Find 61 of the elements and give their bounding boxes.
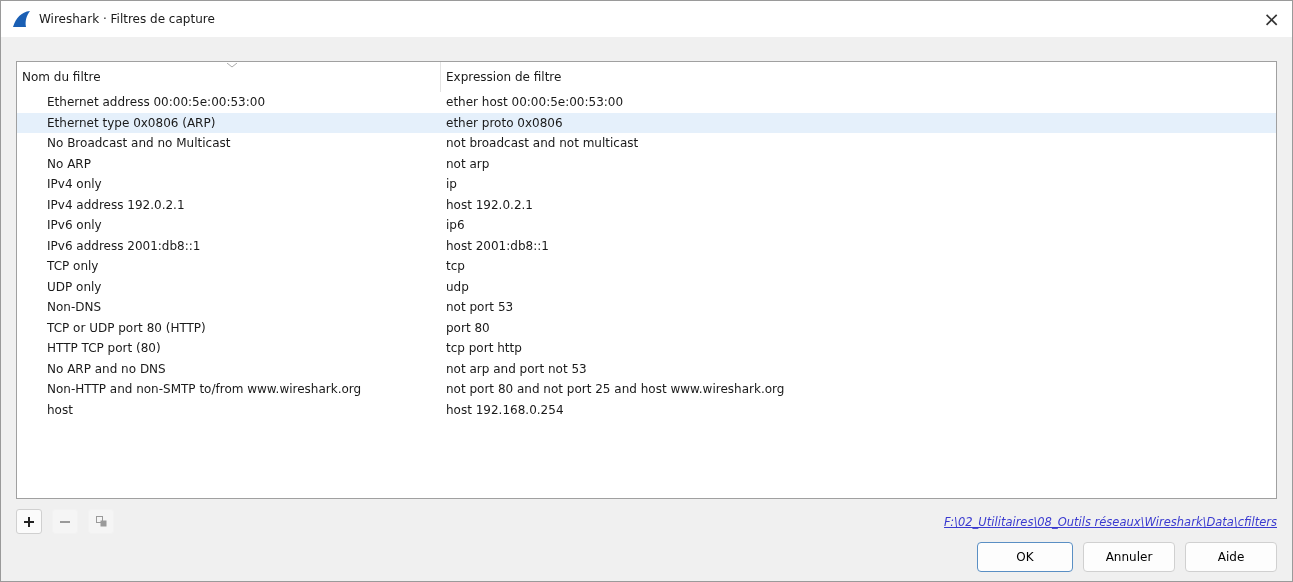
table-cell-text: UDP only	[46, 279, 103, 294]
column-header[interactable]: Nom du filtre	[17, 62, 441, 92]
shark-fin-icon	[11, 10, 31, 28]
filter-row[interactable]: IPv6 address 2001:db8::1 host 2001:db8::1	[17, 235, 1276, 256]
table-cell-text: tcp port http	[445, 341, 523, 356]
table-cell-text: Non-DNS	[46, 300, 103, 315]
filter-row[interactable]: IPv4 only ip	[17, 174, 1276, 195]
table-cell-text: not port 53	[445, 300, 515, 315]
filter-row[interactable]: TCP or UDP port 80 (HTTP) port 80	[17, 317, 1276, 338]
dialog-button[interactable]: Aide	[1185, 542, 1277, 572]
filter-row[interactable]: IPv6 only ip6	[17, 215, 1276, 236]
table-cell-text: No Broadcast and no Multicast	[46, 136, 232, 151]
plus-icon	[24, 516, 34, 527]
table-cell-text: not broadcast and not multicast	[445, 136, 640, 151]
table-cell-text: host 192.0.2.1	[445, 197, 534, 212]
filter-row[interactable]: TCP only tcp	[17, 256, 1276, 277]
file-path-link[interactable]: F:\02_Utilitaires\08_Outils réseaux\Wireshark\Data\cfilters	[944, 514, 1277, 529]
window-title: Wireshark · Filtres de capture	[39, 12, 216, 26]
table-cell-text: udp	[445, 279, 470, 294]
table-cell-text: Non-HTTP and non-SMTP to/from www.wireshark.org	[46, 382, 363, 397]
filter-row[interactable]: Non-DNS not port 53	[17, 297, 1276, 318]
minus-icon	[60, 520, 70, 523]
table-cell-text: tcp	[445, 259, 466, 274]
filter-row[interactable]: No Broadcast and no Multicast not broadcast and not multicast	[17, 133, 1276, 154]
table-cell-text: HTTP TCP port (80)	[46, 341, 162, 356]
filter-row[interactable]: Non-HTTP and non-SMTP to/from www.wireshark.org not port 80 and not port 25 and host www.wireshark.org	[17, 379, 1276, 400]
close-button[interactable]: ×	[1259, 7, 1284, 31]
column-header[interactable]: Expression de filtre	[441, 62, 1276, 92]
filter-row[interactable]: host host 192.168.0.254	[17, 399, 1276, 420]
filter-row[interactable]: IPv4 address 192.0.2.1 host 192.0.2.1	[17, 194, 1276, 215]
dialog-button[interactable]: OK	[977, 542, 1073, 572]
filter-row[interactable]: HTTP TCP port (80) tcp port http	[17, 338, 1276, 359]
filter-row[interactable]: No ARP and no DNS not arp and port not 53	[17, 358, 1276, 379]
table-cell-text: IPv6 only	[46, 218, 103, 233]
table-cell-text: IPv4 address 192.0.2.1	[46, 197, 186, 212]
filter-row[interactable]: UDP only udp	[17, 276, 1276, 297]
table-cell-text: Ethernet type 0x0806 (ARP)	[46, 115, 217, 130]
add-button[interactable]	[16, 509, 42, 534]
table-cell-text: not arp and port not 53	[445, 361, 588, 376]
table-cell-text: No ARP	[46, 156, 92, 171]
table-cell-text: ip	[445, 177, 458, 192]
table-cell-text: TCP or UDP port 80 (HTTP)	[46, 320, 207, 335]
table-cell-text: not port 80 and not port 25 and host www.wireshark.org	[445, 382, 786, 397]
copy-icon	[95, 516, 107, 527]
table-cell-text: IPv4 only	[46, 177, 103, 192]
table-cell-text: host	[46, 402, 74, 417]
table-cell-text: IPv6 address 2001:db8::1	[46, 238, 202, 253]
table-cell-text: ether host 00:00:5e:00:53:00	[445, 95, 625, 110]
table-cell-text: ether proto 0x0806	[445, 115, 564, 130]
table-cell-text: No ARP and no DNS	[46, 361, 167, 376]
table-cell-text: port 80	[445, 320, 491, 335]
table-cell-text: ip6	[445, 218, 466, 233]
filter-row[interactable]: Ethernet address 00:00:5e:00:53:00 ether host 00:00:5e:00:53:00	[17, 92, 1276, 113]
dialog-button[interactable]: Annuler	[1083, 542, 1175, 572]
filter-row[interactable]: No ARP not arp	[17, 153, 1276, 174]
table-cell-text: host 192.168.0.254	[445, 402, 565, 417]
table-cell-text: host 2001:db8::1	[445, 238, 550, 253]
table-cell-text: not arp	[445, 156, 491, 171]
table-cell-text: TCP only	[46, 259, 100, 274]
table-cell-text: Ethernet address 00:00:5e:00:53:00	[46, 95, 267, 110]
filter-row[interactable]: Ethernet type 0x0806 (ARP) ether proto 0x0806	[17, 112, 1276, 133]
